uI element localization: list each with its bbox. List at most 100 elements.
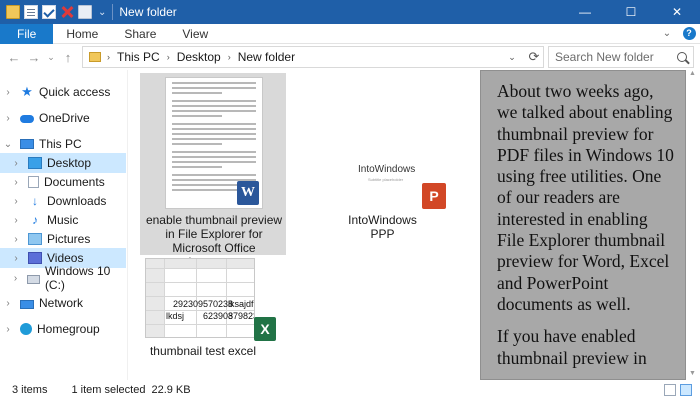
sidebar-item-onedrive[interactable]: › OneDrive <box>2 108 126 128</box>
back-button[interactable]: ← <box>4 46 24 68</box>
sidebar-item-label: Windows 10 (C:) <box>44 264 111 292</box>
scroll-up-icon[interactable]: ▲ <box>689 70 696 77</box>
sidebar-item-label: OneDrive <box>39 111 90 125</box>
sheet-cell: 87982398 <box>228 311 254 321</box>
expand-chevron-icon[interactable]: › <box>10 273 21 284</box>
folder-icon[interactable] <box>6 5 20 19</box>
breadcrumb-this-pc[interactable]: This PC <box>117 50 160 64</box>
star-icon: ★ <box>21 84 33 99</box>
up-button[interactable]: ↑ <box>58 46 78 68</box>
navigation-bar: ← → ⌄ ↑ › This PC › Desktop › New folder… <box>0 44 700 70</box>
sidebar-item-label: Quick access <box>39 85 111 99</box>
breadcrumb-separator[interactable]: › <box>228 52 231 62</box>
breadcrumb-separator[interactable]: › <box>167 52 170 62</box>
documents-icon <box>28 176 39 188</box>
recent-locations-chevron-icon[interactable]: ⌄ <box>44 46 58 68</box>
window-title: New folder <box>119 5 177 19</box>
sidebar-item-label: Videos <box>47 251 84 265</box>
sheet-cell: lkdsj <box>166 311 185 321</box>
sidebar-item-label: Desktop <box>47 156 92 170</box>
homegroup-icon <box>20 323 32 335</box>
help-icon: ? <box>682 27 696 40</box>
expand-chevron-icon[interactable]: › <box>10 177 22 188</box>
status-size: 22.9 KB <box>151 384 191 396</box>
folder-icon <box>89 52 101 62</box>
network-icon <box>20 300 34 309</box>
details-view-icon[interactable] <box>664 384 676 396</box>
sidebar-item-desktop[interactable]: › Desktop <box>0 153 126 173</box>
large-icons-view-icon[interactable] <box>680 384 692 396</box>
search-placeholder: Search New folder <box>555 50 654 64</box>
file-item-word[interactable]: W enable thumbnail preview in File Explo… <box>140 73 286 269</box>
search-icon <box>677 52 687 62</box>
minimize-button[interactable]: — <box>562 0 608 24</box>
sidebar-item-music[interactable]: › ♪ Music <box>10 210 126 230</box>
sidebar-item-label: Pictures <box>47 232 91 246</box>
status-bar: 3 items 1 item selected 22.9 KB <box>0 380 700 400</box>
ppt-thumbnail-title: IntoWindows <box>358 164 416 175</box>
sidebar-item-label: Homegroup <box>37 322 100 336</box>
sidebar-item-quick-access[interactable]: › ★ Quick access <box>2 82 126 102</box>
pictures-icon <box>28 233 42 245</box>
computer-icon <box>20 139 34 149</box>
sidebar-item-windows-drive[interactable]: › Windows 10 (C:) <box>10 264 126 292</box>
tab-view[interactable]: View <box>169 24 221 44</box>
sidebar-item-label: Music <box>47 213 79 227</box>
window-controls: — ☐ ✕ <box>562 0 700 24</box>
file-item-powerpoint[interactable]: IntoWindows Subtitle placeholder P IntoW… <box>335 150 465 241</box>
maximize-button[interactable]: ☐ <box>608 0 654 24</box>
preview-paragraph: If you have enabled thumbnail preview in <box>497 326 647 368</box>
tab-file[interactable]: File <box>0 23 54 44</box>
cloud-icon <box>20 115 34 123</box>
file-item-excel[interactable]: 292309 570238 lksajdf lkdsj 623903 87982… <box>128 256 278 360</box>
navigation-pane: › ★ Quick access › OneDrive ⌄ This PC › … <box>0 74 128 380</box>
collapse-chevron-icon[interactable]: ⌄ <box>2 139 14 150</box>
sidebar-item-homegroup[interactable]: › Homegroup <box>2 319 126 339</box>
customize-toolbar-chevron-icon[interactable]: ⌄ <box>98 7 106 18</box>
expand-chevron-icon[interactable]: › <box>2 113 14 124</box>
drive-icon <box>26 275 40 284</box>
powerpoint-icon: P <box>422 183 446 209</box>
expand-ribbon-chevron-icon[interactable]: ⌄ <box>656 28 678 39</box>
address-history-chevron-icon[interactable]: ⌄ <box>503 52 521 63</box>
view-switcher <box>664 384 692 396</box>
expand-chevron-icon[interactable]: › <box>2 298 14 309</box>
expand-chevron-icon[interactable]: › <box>10 215 22 226</box>
expand-chevron-icon[interactable]: › <box>2 324 14 335</box>
sidebar-item-documents[interactable]: › Documents <box>10 172 126 192</box>
file-name-excel[interactable]: thumbnail test excel <box>128 344 278 358</box>
sidebar-item-pictures[interactable]: › Pictures <box>10 229 126 249</box>
downloads-icon: ↓ <box>32 194 38 208</box>
preview-scrollbar[interactable]: ▲ ▼ <box>688 70 698 380</box>
sidebar-item-this-pc[interactable]: ⌄ This PC <box>2 134 126 154</box>
delete-icon[interactable] <box>60 5 74 19</box>
expand-chevron-icon[interactable]: › <box>10 158 22 169</box>
search-input[interactable]: Search New folder <box>548 46 694 68</box>
breadcrumb-separator[interactable]: › <box>107 52 110 62</box>
preview-paragraph: About two weeks ago, we talked about ena… <box>497 81 674 314</box>
file-name-powerpoint[interactable]: IntoWindows PPP <box>335 213 430 241</box>
expand-chevron-icon[interactable]: › <box>10 196 22 207</box>
breadcrumb-new-folder[interactable]: New folder <box>238 50 295 64</box>
properties-icon[interactable] <box>24 5 38 19</box>
tab-home[interactable]: Home <box>53 24 111 44</box>
breadcrumb-desktop[interactable]: Desktop <box>177 50 221 64</box>
address-bar[interactable]: › This PC › Desktop › New folder ⌄ <box>82 46 544 68</box>
expand-chevron-icon[interactable]: › <box>2 87 14 98</box>
sidebar-item-downloads[interactable]: › ↓ Downloads <box>10 191 126 211</box>
rename-icon[interactable] <box>78 5 92 19</box>
scroll-down-icon[interactable]: ▼ <box>689 370 696 377</box>
close-button[interactable]: ✕ <box>654 0 700 24</box>
help-button[interactable]: ? <box>678 24 700 44</box>
preview-pane: About two weeks ago, we talked about ena… <box>480 70 686 380</box>
refresh-button[interactable]: ⟳ <box>524 47 544 67</box>
forward-button[interactable]: → <box>24 46 44 68</box>
sidebar-item-label: Documents <box>44 175 105 189</box>
sidebar-item-network[interactable]: › Network <box>2 293 126 313</box>
expand-chevron-icon[interactable]: › <box>10 253 22 264</box>
expand-chevron-icon[interactable]: › <box>10 234 22 245</box>
check-icon[interactable] <box>42 5 56 19</box>
word-icon: W <box>237 181 259 205</box>
ribbon-tabs: File Home Share View ⌄ ? <box>0 23 700 44</box>
tab-share[interactable]: Share <box>111 24 169 44</box>
